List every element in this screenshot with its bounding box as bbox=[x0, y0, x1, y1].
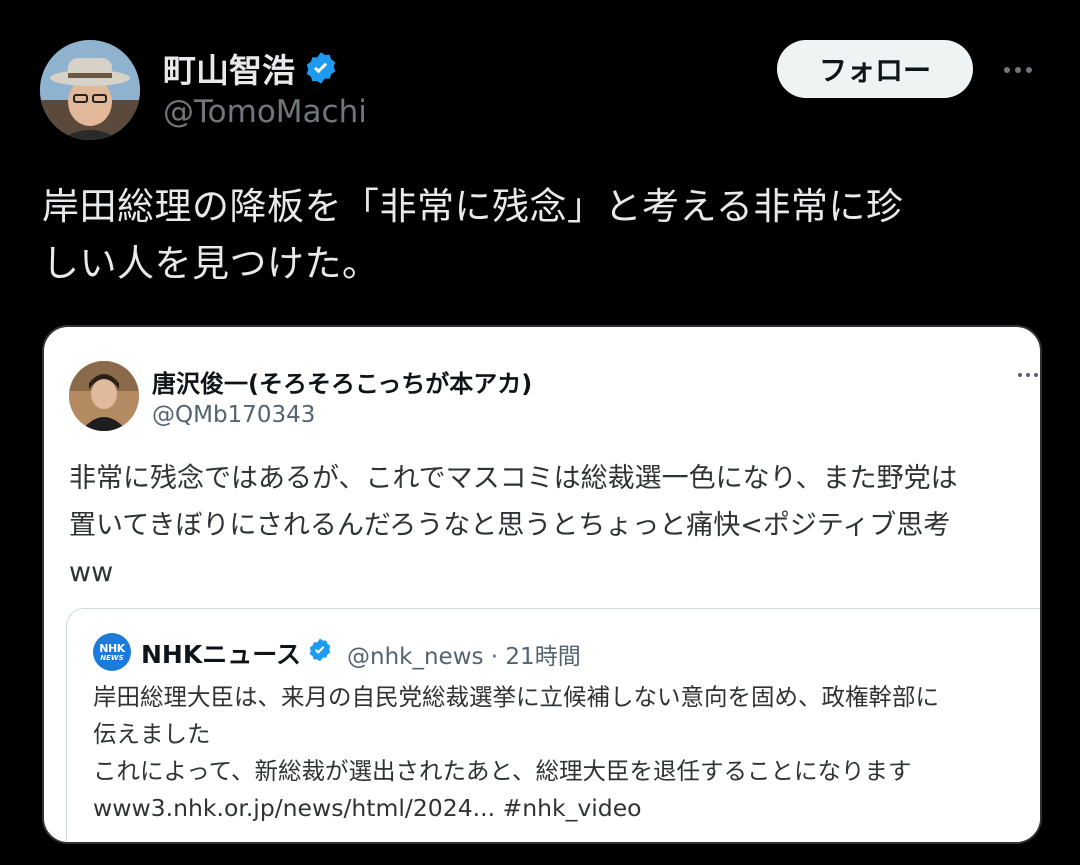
author-avatar[interactable] bbox=[40, 40, 140, 140]
dot bbox=[1034, 373, 1038, 377]
dot bbox=[1026, 373, 1030, 377]
embedded-text-line: これによって、新総裁が選出されたあと、総理大臣を退任することになります bbox=[93, 757, 912, 785]
author-name[interactable]: 町山智浩 bbox=[163, 44, 295, 92]
dot bbox=[1004, 67, 1010, 73]
quoted-avatar-photo bbox=[69, 361, 139, 431]
embedded-meta: @nhk_news · 21時間 bbox=[347, 644, 581, 670]
dot bbox=[1018, 373, 1022, 377]
nhk-logo-subtext: NEWS bbox=[100, 653, 124, 662]
nhk-logo-text: NHK bbox=[99, 641, 125, 655]
author-avatar-photo bbox=[40, 40, 140, 140]
embedded-text-line: 岸田総理大臣は、来月の自民党総裁選挙に立候補しない意向を固め、政権幹部に bbox=[93, 683, 939, 711]
quoted-tweet-card[interactable]: 唐沢俊一(そろそろこっちが本アカ) @QMb170343 非常に残念ではあるが、… bbox=[42, 325, 1042, 844]
quoted-text-line: 非常に残念ではあるが、これでマスコミは総裁選一色になり、また野党は bbox=[69, 463, 958, 494]
embedded-nhk-tweet: NHK NEWS NHKニュース @nhk_news · 21時間 岸田総理大臣… bbox=[66, 608, 1040, 842]
follow-button[interactable]: フォロー bbox=[777, 40, 973, 98]
quoted-author-handle: @QMb170343 bbox=[152, 402, 316, 428]
verified-badge-icon bbox=[303, 50, 339, 86]
embedded-link-line: www3.nhk.or.jp/news/html/2024... #nhk_vi… bbox=[93, 794, 642, 822]
quoted-text-line: ww bbox=[69, 557, 114, 588]
author-handle[interactable]: @TomoMachi bbox=[163, 94, 367, 130]
quoted-text-line: 置いてきぼりにされるんだろうなと思うとちょっと痛快<ポジティブ思考 bbox=[69, 510, 951, 541]
nhk-logo-icon: NHK NEWS bbox=[93, 633, 131, 671]
tweet-text-line: 岸田総理の降板を「非常に残念」と考える非常に珍 bbox=[42, 185, 904, 228]
embedded-author-row: NHKニュース bbox=[141, 635, 333, 671]
embedded-text-line: 伝えました bbox=[93, 720, 211, 748]
quoted-author-name: 唐沢俊一(そろそろこっちが本アカ) bbox=[152, 370, 533, 398]
quoted-author-avatar bbox=[69, 361, 139, 431]
dot bbox=[1026, 67, 1032, 73]
more-options-icon[interactable] bbox=[996, 50, 1040, 90]
author-name-row[interactable]: 町山智浩 bbox=[163, 44, 339, 92]
verified-badge-icon bbox=[307, 637, 333, 669]
quoted-tweet-text: 非常に残念ではあるが、これでマスコミは総裁選一色になり、また野党は 置いてきぼり… bbox=[69, 455, 1039, 596]
quoted-more-icon bbox=[1018, 373, 1038, 377]
dot bbox=[1015, 67, 1021, 73]
tweet-text: 岸田総理の降板を「非常に残念」と考える非常に珍 しい人を見つけた。 bbox=[42, 178, 1042, 292]
embedded-tweet-text: 岸田総理大臣は、来月の自民党総裁選挙に立候補しない意向を固め、政権幹部に 伝えま… bbox=[93, 679, 1040, 827]
tweet-text-line: しい人を見つけた。 bbox=[42, 242, 380, 285]
embedded-author-name: NHKニュース bbox=[141, 640, 301, 669]
